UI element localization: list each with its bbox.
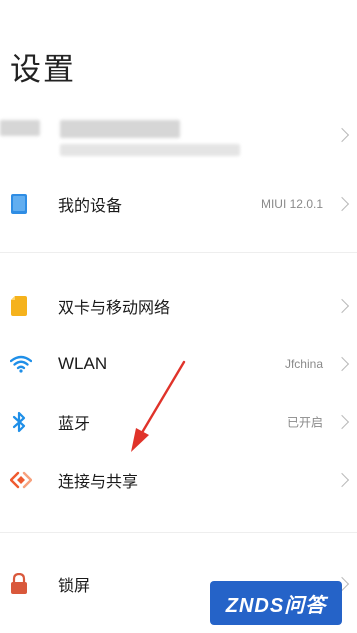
section-gap xyxy=(0,242,357,252)
divider xyxy=(0,532,357,533)
bluetooth-icon xyxy=(12,411,26,433)
chevron-right-icon xyxy=(334,472,350,488)
bluetooth-value: 已开启 xyxy=(286,415,323,430)
my-device-value: MIUI 12.0.1 xyxy=(260,197,323,211)
watermark-logo: ZNDS问答 xyxy=(210,581,342,625)
blurred-avatar xyxy=(0,120,40,136)
account-row[interactable] xyxy=(0,112,357,164)
bluetooth-row[interactable]: 蓝牙 已开启 xyxy=(0,394,357,450)
my-device-row[interactable]: 我的设备 MIUI 12.0.1 xyxy=(0,176,357,232)
wlan-value: Jfchina xyxy=(284,357,323,371)
chevron-right-icon xyxy=(334,127,350,143)
blurred-account-detail xyxy=(60,144,240,156)
chevron-right-icon xyxy=(334,196,350,212)
sim-network-row[interactable]: 双卡与移动网络 xyxy=(0,278,357,334)
watermark-text: ZNDS问答 xyxy=(225,594,327,617)
wlan-row[interactable]: WLAN Jfchina xyxy=(0,336,357,392)
chevron-right-icon xyxy=(334,298,350,314)
divider xyxy=(0,252,357,253)
phone-device-icon xyxy=(11,194,27,214)
lock-screen-label: 锁屏 xyxy=(58,576,91,595)
blurred-account-name xyxy=(60,120,180,138)
connection-sharing-label: 连接与共享 xyxy=(58,472,139,491)
lock-icon xyxy=(11,573,27,594)
wifi-icon xyxy=(10,355,32,373)
chevron-right-icon xyxy=(334,414,350,430)
bluetooth-label: 蓝牙 xyxy=(58,414,91,433)
sim-card-icon xyxy=(11,296,27,316)
sim-network-label: 双卡与移动网络 xyxy=(58,298,171,317)
chevron-right-icon xyxy=(334,356,350,372)
my-device-label: 我的设备 xyxy=(58,196,123,215)
wlan-label: WLAN xyxy=(58,354,108,373)
connection-share-icon xyxy=(10,471,32,489)
page-title: 设置 xyxy=(10,52,76,88)
connection-sharing-row[interactable]: 连接与共享 xyxy=(0,452,357,508)
